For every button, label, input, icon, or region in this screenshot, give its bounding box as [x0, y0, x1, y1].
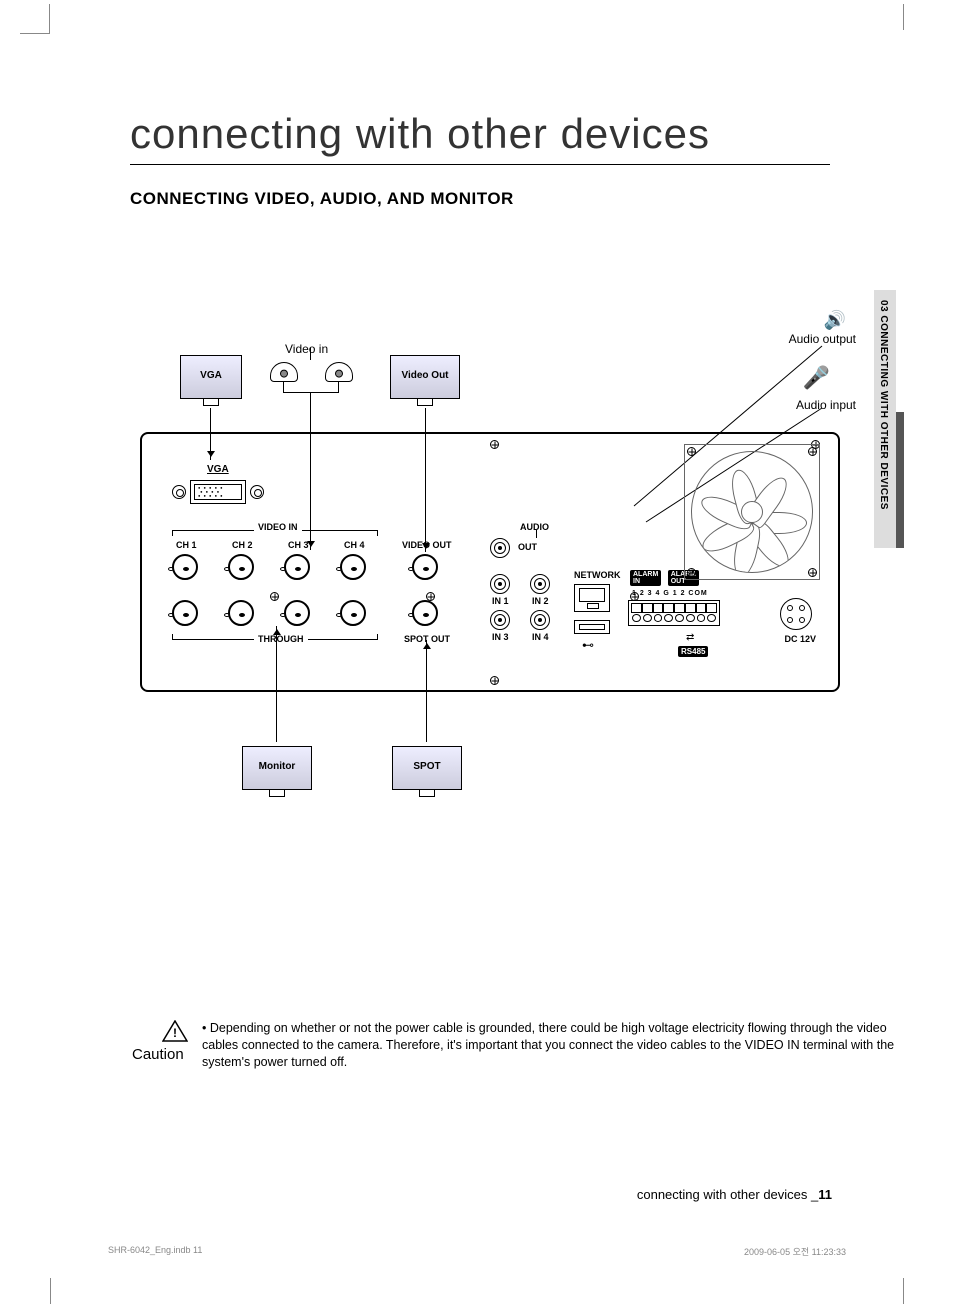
- usb-port: [574, 620, 610, 634]
- panel-vga-label: VGA: [207, 464, 229, 475]
- bnc-port: [228, 554, 254, 580]
- bnc-port: [172, 554, 198, 580]
- line: [283, 392, 339, 393]
- page-title: connecting with other devices: [130, 110, 830, 165]
- audio-label: AUDIO: [520, 522, 549, 532]
- dome-camera-2: [325, 362, 353, 382]
- line: [283, 382, 284, 392]
- line: [338, 382, 339, 392]
- side-tab: 03 CONNECTING WITH OTHER DEVICES: [874, 290, 904, 548]
- alarm-pins: 1 2 3 4 G 1 2 COM: [632, 590, 708, 597]
- rs485-badge: RS485: [678, 646, 708, 657]
- speaker-icon: 🔊: [824, 310, 846, 331]
- page-footer: connecting with other devices _11: [637, 1187, 832, 1202]
- audio-in3: [490, 610, 510, 630]
- section-heading: CONNECTING VIDEO, AUDIO, AND MONITOR: [130, 189, 904, 209]
- audio-out-port: [490, 538, 510, 558]
- line: [276, 626, 277, 742]
- spot-device: SPOT: [392, 746, 462, 790]
- audio-in2: [530, 574, 550, 594]
- caution-block: ! Caution • Depending on whether or not …: [132, 1020, 902, 1071]
- in2-label: IN 2: [532, 596, 549, 606]
- bnc-port: [228, 600, 254, 626]
- bnc-port: [340, 600, 366, 626]
- label-video-in: Video in: [285, 342, 328, 356]
- vga-port: ● ● ● ● ● ● ● ● ●● ● ● ● ●: [172, 478, 264, 506]
- ch4-label: CH 4: [344, 540, 365, 550]
- side-tab-text: 03 CONNECTING WITH OTHER DEVICES: [878, 300, 889, 510]
- vga-monitor: VGA: [180, 355, 242, 399]
- dc12v-label: DC 12V: [784, 634, 816, 644]
- monitor-device: Monitor: [242, 746, 312, 790]
- bnc-port: [284, 554, 310, 580]
- caution-label: Caution: [132, 1046, 188, 1063]
- bnc-video-out: [412, 554, 438, 580]
- line: [310, 348, 311, 360]
- video-out-label: VIDEO OUT: [402, 540, 452, 550]
- bnc-port: [172, 600, 198, 626]
- dome-camera-1: [270, 362, 298, 382]
- panel-video-in-label: VIDEO IN: [254, 522, 302, 532]
- panel-through-label: THROUGH: [254, 634, 308, 644]
- svg-text:!: !: [173, 1026, 177, 1040]
- ch2-label: CH 2: [232, 540, 253, 550]
- network-label: NETWORK: [574, 570, 621, 580]
- ch3-label: CH 3: [288, 540, 309, 550]
- audio-in1: [490, 574, 510, 594]
- print-footer: SHR-6042_Eng.indb 11 2009-06-05 오전 11:23…: [108, 1245, 846, 1258]
- videoout-monitor: Video Out: [390, 355, 460, 399]
- bnc-spot-out: [412, 600, 438, 626]
- in4-label: IN 4: [532, 632, 549, 642]
- in3-label: IN 3: [492, 632, 509, 642]
- caution-text: • Depending on whether or not the power …: [202, 1020, 902, 1071]
- alarm-in-badge: ALARMIN: [630, 570, 661, 586]
- connection-diagram: 🔊 Audio output 🎤 Audio input Video in VG…: [130, 310, 850, 870]
- fan: [684, 444, 820, 580]
- bnc-port: [284, 600, 310, 626]
- ch1-label: CH 1: [176, 540, 197, 550]
- audio-in4: [530, 610, 550, 630]
- label-audio-output: Audio output: [789, 332, 856, 346]
- line: [426, 640, 427, 742]
- usb-icon: ⊷: [582, 638, 594, 652]
- alarm-terminal: [628, 600, 720, 626]
- in1-label: IN 1: [492, 596, 509, 606]
- dc-port: [780, 598, 812, 630]
- caution-icon: !: [162, 1020, 188, 1042]
- bnc-port: [340, 554, 366, 580]
- device-rear-panel: VGA ● ● ● ● ● ● ● ● ●● ● ● ● ● VIDEO IN …: [140, 432, 840, 692]
- ethernet-port: [574, 584, 610, 612]
- out-label: OUT: [518, 542, 537, 552]
